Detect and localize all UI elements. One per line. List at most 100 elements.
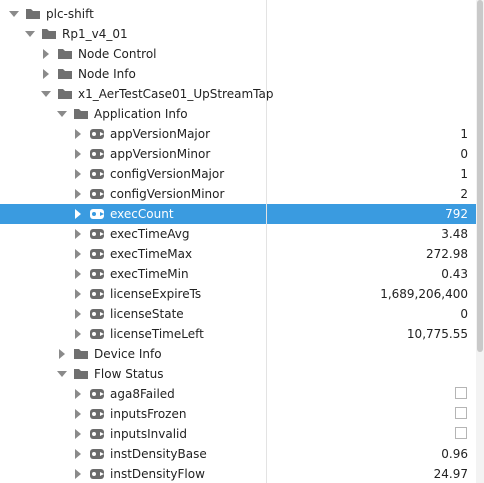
chevron-right-icon[interactable] [73,209,83,219]
tag-value: 792 [445,207,468,221]
chevron-right-icon[interactable] [57,349,67,359]
tag-row[interactable]: licenseState 0 [0,304,476,324]
chevron-down-icon[interactable] [25,29,35,39]
tree-row-device-info[interactable]: Device Info [0,344,476,364]
tag-label: configVersionMinor [110,187,225,201]
tag-icon [89,247,105,261]
tag-icon [89,407,105,421]
tag-icon [89,267,105,281]
chevron-right-icon[interactable] [73,249,83,259]
chevron-down-icon[interactable] [41,89,51,99]
tag-row[interactable]: licenseTimeLeft 10,775.55 [0,324,476,344]
folder-icon [41,26,57,40]
tag-value: 272.98 [426,247,468,261]
tag-value: 2 [460,187,468,201]
tree-label-plc-shift: plc-shift [46,7,94,21]
tag-icon [89,307,105,321]
tag-row[interactable]: inputsInvalid [0,424,476,444]
chevron-right-icon[interactable] [73,429,83,439]
chevron-right-icon[interactable] [73,309,83,319]
tag-label: execTimeAvg [110,227,190,241]
chevron-right-icon[interactable] [73,149,83,159]
tag-icon [89,427,105,441]
tag-value: 1 [460,167,468,181]
scrollbar-thumb[interactable] [477,0,483,352]
tree-row-node-info[interactable]: Node Info [0,64,476,84]
tree-label-rp1-v4-01: Rp1_v4_01 [62,27,128,41]
tag-row[interactable]: appVersionMinor 0 [0,144,476,164]
tag-value: 10,775.55 [406,327,468,341]
tree-row-node-control[interactable]: Node Control [0,44,476,64]
chevron-down-icon[interactable] [57,109,67,119]
tree-label-node-control: Node Control [78,47,157,61]
tag-label: execCount [110,207,174,221]
chevron-right-icon[interactable] [73,289,83,299]
chevron-right-icon[interactable] [73,189,83,199]
tag-row[interactable]: appVersionMajor 1 [0,124,476,144]
tag-row[interactable]: configVersionMajor 1 [0,164,476,184]
tag-label: licenseState [110,307,184,321]
tag-label: licenseExpireTs [110,287,202,301]
folder-icon [73,366,89,380]
tag-value: 1,689,206,400 [380,287,468,301]
tree-row-flow-status[interactable]: Flow Status [0,364,476,384]
tag-label: inputsFrozen [110,407,187,421]
tag-icon [89,167,105,181]
tag-icon [89,447,105,461]
tag-row-selected[interactable]: execCount 792 [0,204,476,224]
chevron-right-icon[interactable] [73,329,83,339]
chevron-right-icon[interactable] [73,409,83,419]
tag-row[interactable]: instDensityBase 0.96 [0,444,476,464]
tag-value: 0 [460,307,468,321]
chevron-right-icon[interactable] [73,269,83,279]
folder-icon [25,6,41,20]
tag-value: 0.43 [441,267,468,281]
chevron-down-icon[interactable] [57,369,67,379]
tag-label: instDensityFlow [110,467,205,481]
chevron-right-icon[interactable] [73,169,83,179]
tag-label: execTimeMax [110,247,193,261]
tag-row[interactable]: execTimeMax 272.98 [0,244,476,264]
tag-value: 24.97 [433,467,468,481]
tag-value-checkbox[interactable] [455,427,467,439]
chevron-right-icon[interactable] [73,469,83,479]
chevron-right-icon[interactable] [73,129,83,139]
tree-row-plc-shift[interactable]: plc-shift [0,4,476,24]
tag-icon [89,207,105,221]
chevron-right-icon[interactable] [41,49,51,59]
tag-icon [89,387,105,401]
tag-icon [89,287,105,301]
tag-row[interactable]: execTimeMin 0.43 [0,264,476,284]
tag-row[interactable]: configVersionMinor 2 [0,184,476,204]
chevron-right-icon[interactable] [41,69,51,79]
tag-value-checkbox[interactable] [455,387,467,399]
tag-value: 0 [460,147,468,161]
tag-icon [89,327,105,341]
tag-value-checkbox[interactable] [455,407,467,419]
tree-label-node-info: Node Info [78,67,136,81]
folder-icon [57,46,73,60]
tag-row[interactable]: aga8Failed [0,384,476,404]
tree-label-test-case: x1_AerTestCase01_UpStreamTap [78,87,274,101]
tree-row-application-info[interactable]: Application Info [0,104,476,124]
tag-row[interactable]: execTimeAvg 3.48 [0,224,476,244]
tag-icon [89,187,105,201]
tree-row-test-case[interactable]: x1_AerTestCase01_UpStreamTap [0,84,476,104]
chevron-right-icon[interactable] [73,389,83,399]
tag-row[interactable]: licenseExpireTs 1,689,206,400 [0,284,476,304]
chevron-right-icon[interactable] [73,449,83,459]
tag-label: appVersionMajor [110,127,211,141]
tag-label: aga8Failed [110,387,175,401]
tag-browser-tree: plc-shift Rp1_v4_01 Node Control Node In… [0,0,476,483]
column-divider[interactable] [266,0,267,483]
tag-row[interactable]: instDensityFlow 24.97 [0,464,476,483]
chevron-down-icon[interactable] [9,9,19,19]
tree-row-rp1-v4-01[interactable]: Rp1_v4_01 [0,24,476,44]
tag-label: configVersionMajor [110,167,225,181]
tag-row[interactable]: inputsFrozen [0,404,476,424]
tree-label-device-info: Device Info [94,347,162,361]
folder-icon [73,106,89,120]
tag-value: 3.48 [441,227,468,241]
vertical-scrollbar[interactable] [476,0,484,483]
chevron-right-icon[interactable] [73,229,83,239]
